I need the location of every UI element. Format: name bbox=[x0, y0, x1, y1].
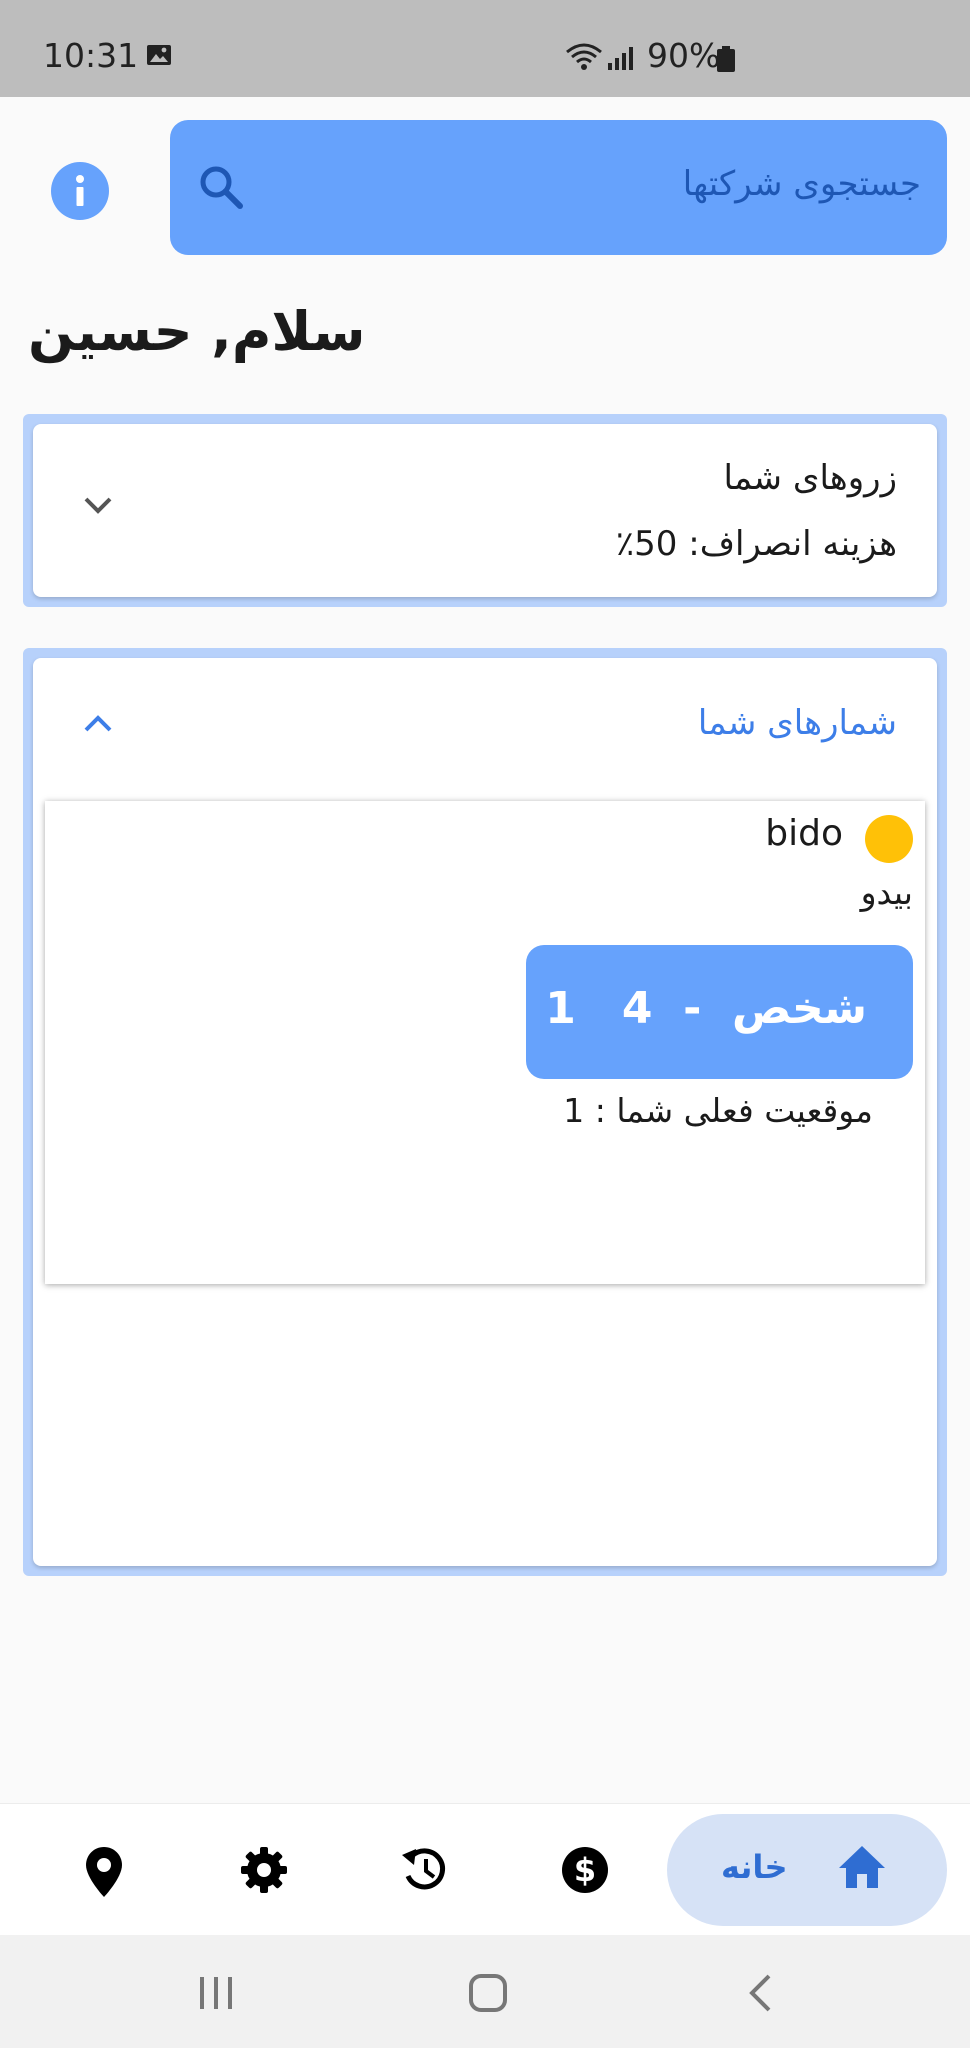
history-icon[interactable] bbox=[400, 1846, 450, 1894]
queue-ticket: bido بیدو شخص - 4 1 موقعیت فعلی شما : 1 bbox=[45, 801, 925, 1284]
nav-home-label: خانه bbox=[721, 1848, 788, 1886]
status-time: 10:31 bbox=[43, 36, 139, 75]
location-icon[interactable] bbox=[85, 1846, 123, 1898]
current-position-text: موقعیت فعلی شما : 1 bbox=[563, 1091, 873, 1130]
company-search-bar[interactable]: جستجوی شرکتها bbox=[170, 120, 947, 255]
battery-icon bbox=[717, 46, 735, 72]
nav-home-button[interactable]: خانه bbox=[667, 1814, 947, 1926]
numbers-card: شمارهای شما bido بیدو شخص - 4 1 موقعیت ف… bbox=[33, 658, 937, 1566]
home-nav-icon[interactable] bbox=[468, 1973, 508, 2013]
queue-number-label: شخص - 4 1 bbox=[545, 983, 867, 1034]
system-navigation-bar bbox=[0, 1935, 970, 2048]
status-dot-icon bbox=[865, 815, 913, 863]
reservations-card[interactable]: زروهای شما هزینه انصراف: 50٪ bbox=[33, 424, 937, 597]
svg-text:$: $ bbox=[574, 1851, 596, 1889]
info-icon bbox=[76, 175, 84, 206]
company-name: bido bbox=[765, 813, 843, 854]
info-button[interactable] bbox=[51, 162, 109, 220]
reservations-title: زروهای شما bbox=[723, 458, 897, 498]
company-name-fa: بیدو bbox=[860, 873, 913, 912]
signal-icon bbox=[608, 47, 633, 70]
wifi-icon bbox=[566, 43, 602, 70]
queue-number-button[interactable]: شخص - 4 1 bbox=[526, 945, 913, 1079]
home-icon bbox=[839, 1846, 885, 1888]
settings-icon[interactable] bbox=[240, 1846, 288, 1894]
chevron-up-icon[interactable] bbox=[81, 713, 115, 735]
search-icon bbox=[200, 166, 243, 209]
dollar-icon[interactable]: $ bbox=[561, 1846, 609, 1894]
greeting-heading: سلام, حسین bbox=[28, 300, 366, 363]
gallery-notification-icon bbox=[147, 45, 171, 65]
search-input[interactable]: جستجوی شرکتها bbox=[683, 164, 921, 204]
numbers-title[interactable]: شمارهای شما bbox=[698, 703, 897, 743]
status-bar: 10:31 90% bbox=[0, 0, 970, 97]
back-icon[interactable] bbox=[745, 1973, 775, 2013]
recent-apps-icon[interactable] bbox=[198, 1975, 236, 2011]
battery-percent: 90% bbox=[647, 36, 721, 75]
cancel-fee-text: هزینه انصراف: 50٪ bbox=[615, 524, 897, 564]
bottom-navigation: خانه $ bbox=[0, 1803, 970, 1936]
chevron-down-icon[interactable] bbox=[81, 494, 115, 516]
